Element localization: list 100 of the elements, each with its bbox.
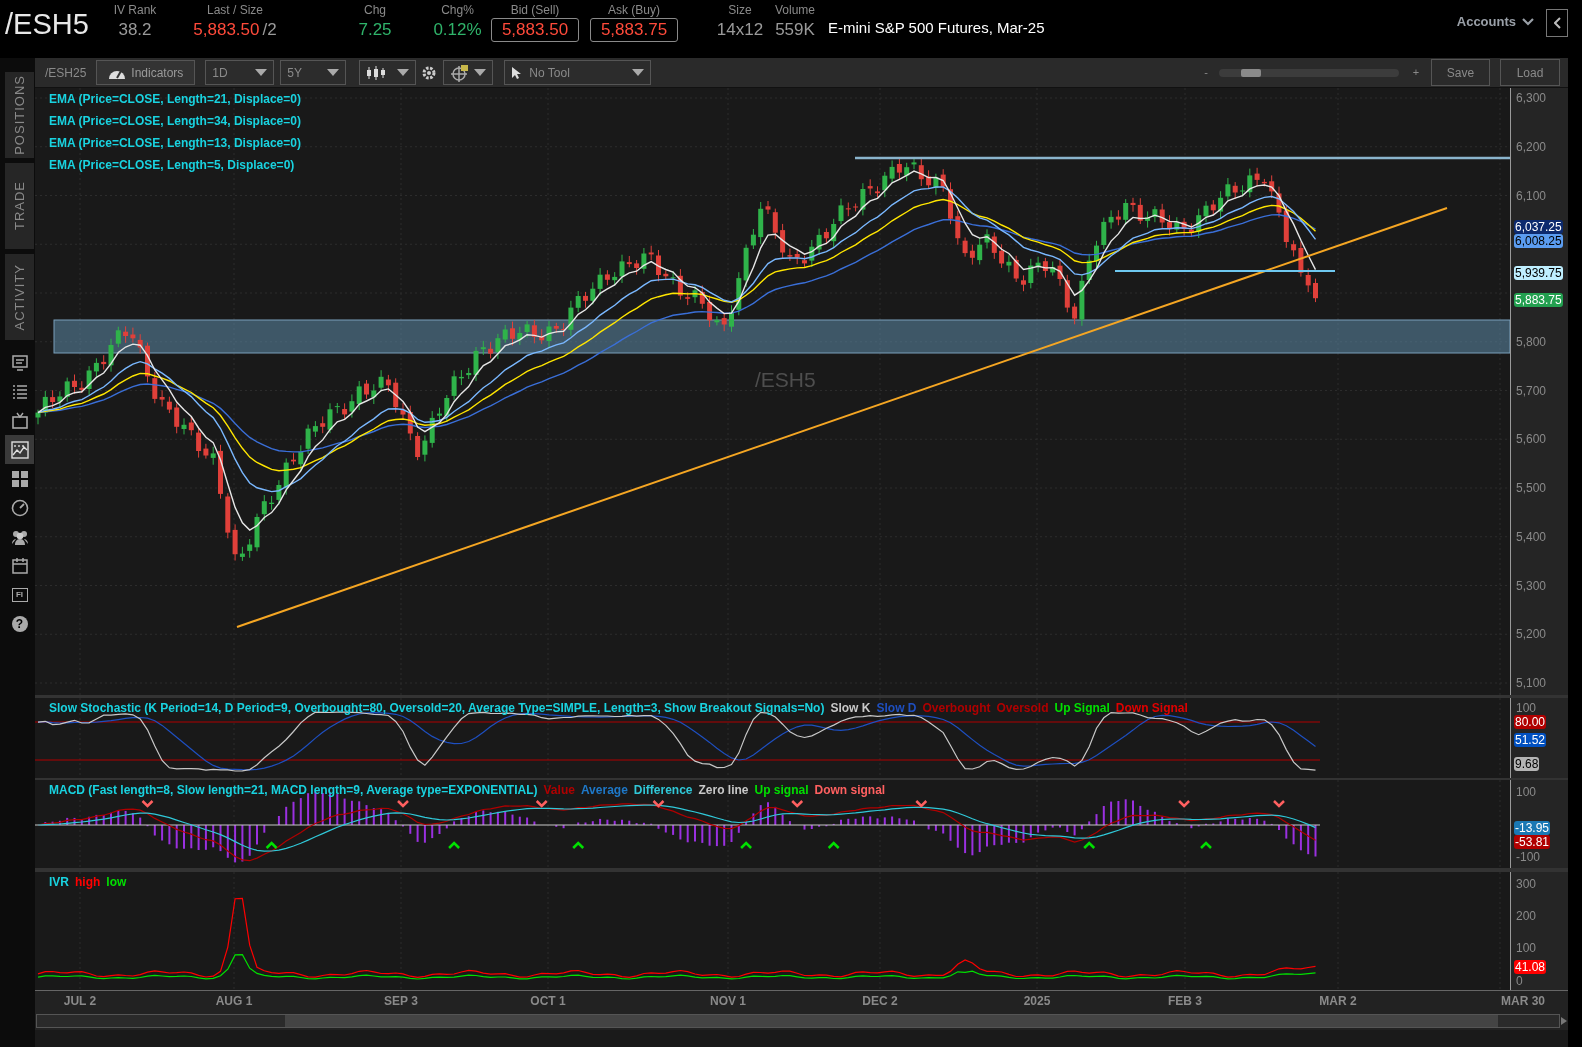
field-label: Ask (Buy) — [608, 3, 660, 17]
side-tab[interactable]: TRADE — [5, 163, 34, 249]
load-button[interactable]: Load — [1500, 59, 1560, 86]
sidebar-button[interactable]: ? — [5, 609, 34, 638]
field-value: 38.2 — [118, 19, 152, 41]
crosshair-icon — [450, 63, 471, 82]
legend-label: Slow D — [876, 701, 917, 715]
axis-label: 5,700 — [1516, 383, 1547, 398]
chart-symbol: /ESH25 — [45, 64, 87, 82]
aggregation-dropdown[interactable]: 1D — [205, 60, 275, 85]
save-button[interactable]: Save — [1431, 59, 1490, 86]
symbol-title: /ESH5 — [5, 7, 90, 42]
price-box: 5,883.50 — [491, 18, 579, 42]
study-label: EMA (Price=CLOSE, Length=5, Displace=0) — [49, 157, 296, 174]
chart-style-dropdown[interactable] — [359, 60, 417, 85]
axis-label: 5,400 — [1516, 529, 1547, 544]
settings-icon[interactable] — [421, 64, 438, 81]
slider-thumb[interactable] — [1241, 68, 1262, 77]
scrollbar[interactable] — [36, 1014, 1560, 1028]
chevron-down-icon — [1522, 17, 1534, 26]
legend-label: Value — [543, 783, 575, 797]
collapse-button[interactable] — [1546, 9, 1568, 37]
axis-label: 6,300 — [1516, 91, 1547, 105]
axis-label: 300 — [1516, 877, 1537, 891]
calendar-icon — [9, 555, 30, 576]
field-value: 559K — [775, 19, 815, 41]
axis-label: OCT 1 — [530, 994, 566, 1008]
instrument-description: E-mini S&P 500 Futures, Mar-25 — [828, 18, 1045, 38]
price-badge: 6,037.25 — [1514, 220, 1563, 234]
axis-label: 0 — [1516, 974, 1523, 988]
field-label: IV Rank — [113, 3, 157, 17]
chevron-left-icon — [1553, 17, 1561, 29]
price-badge: 5,883.75 — [1514, 293, 1563, 307]
gauge-icon — [9, 497, 30, 518]
axis-label: 5,100 — [1516, 676, 1547, 690]
field-value: 5,883.50 — [193, 19, 260, 41]
zoom-in-button[interactable]: + — [1411, 64, 1421, 81]
study-label: EMA (Price=CLOSE, Length=13, Displace=0) — [49, 135, 301, 152]
sidebar-button[interactable] — [5, 435, 34, 464]
axis-label: 200 — [1516, 909, 1537, 923]
study-label: Slow Stochastic (K Period=14, D Period=9, Overbought=80, Oversold=20, Average Type=SIMPLE, Length=3, Show Breakout Signals=No) — [49, 701, 825, 715]
caret-down-icon — [255, 69, 268, 76]
study-label: MACD (Fast length=8, Slow length=21, MACD length=9, Average type=EXPONENTIAL) — [49, 783, 538, 797]
side-tab[interactable]: POSITIONS — [5, 72, 34, 158]
legend-label: Average — [580, 783, 628, 797]
legend-label: Down signal — [814, 783, 886, 797]
cursor-icon — [511, 65, 522, 80]
caret-down-icon — [474, 69, 487, 76]
axis-label: MAR 2 — [1319, 994, 1357, 1008]
tool-dropdown[interactable]: No Tool — [504, 60, 652, 85]
price-badge: 5,939.75 — [1514, 266, 1563, 280]
axis-label: DEC 2 — [862, 994, 898, 1008]
caret-down-icon — [327, 69, 340, 76]
price-badge: 41.08 — [1514, 960, 1547, 974]
field-value: 14x12 — [716, 19, 764, 41]
field-label: Chg% — [441, 3, 474, 17]
legend-label: Up Signal — [1054, 701, 1110, 715]
legend-label: high — [75, 875, 101, 889]
axis-label: 100 — [1516, 941, 1537, 955]
field-label: Volume — [775, 3, 815, 17]
field-value: 0.12% — [433, 19, 482, 41]
zoom-slider[interactable] — [1219, 68, 1399, 77]
zoom-out-button[interactable]: - — [1201, 64, 1211, 81]
axis-label: 5,500 — [1516, 481, 1547, 495]
field-label: Last / Size — [207, 3, 263, 17]
field-size: /2 — [262, 19, 277, 41]
legend-label: Zero line — [698, 783, 749, 797]
timeframe-dropdown[interactable]: 5Y — [280, 60, 347, 85]
caret-down-icon — [632, 69, 645, 76]
sidebar-button[interactable]: FI — [5, 580, 34, 609]
price-badge: 51.52 — [1514, 733, 1547, 747]
legend-label: Up signal — [754, 783, 809, 797]
study-label: EMA (Price=CLOSE, Length=21, Displace=0) — [49, 91, 301, 108]
side-tab[interactable]: ACTIVITY — [5, 254, 34, 340]
axis-label: 5,200 — [1516, 627, 1547, 642]
drawing-tools-dropdown[interactable] — [443, 60, 494, 85]
chart-icon — [9, 439, 30, 460]
legend-label: Difference — [633, 783, 693, 797]
help-icon: ? — [11, 615, 28, 632]
accounts-button[interactable]: Accounts — [1456, 12, 1534, 32]
axis-label: 6,100 — [1516, 188, 1547, 203]
caret-down-icon — [397, 69, 410, 76]
legend-label: Overbought — [922, 701, 991, 715]
grid-icon — [9, 468, 30, 489]
field-label: Bid (Sell) — [510, 3, 560, 17]
study-label: EMA (Price=CLOSE, Length=34, Displace=0) — [49, 113, 301, 130]
axis-label: 100 — [1516, 701, 1537, 715]
legend-label: low — [106, 875, 127, 889]
price-badge: 6,008.25 — [1514, 234, 1563, 248]
tv-icon — [9, 410, 30, 431]
study-label: IVR — [49, 875, 69, 889]
legend-label: Down Signal — [1115, 701, 1188, 715]
indicators-button[interactable]: Indicators — [96, 60, 196, 85]
price-badge: -53.81 — [1514, 835, 1551, 849]
axis-label: 5,600 — [1516, 432, 1547, 447]
axis-label: SEP 3 — [384, 994, 418, 1008]
axis-label: 5,300 — [1516, 578, 1547, 593]
price-badge: 80.00 — [1514, 715, 1547, 729]
monitor-icon — [9, 352, 30, 373]
price-badge: 9.68 — [1514, 757, 1540, 771]
